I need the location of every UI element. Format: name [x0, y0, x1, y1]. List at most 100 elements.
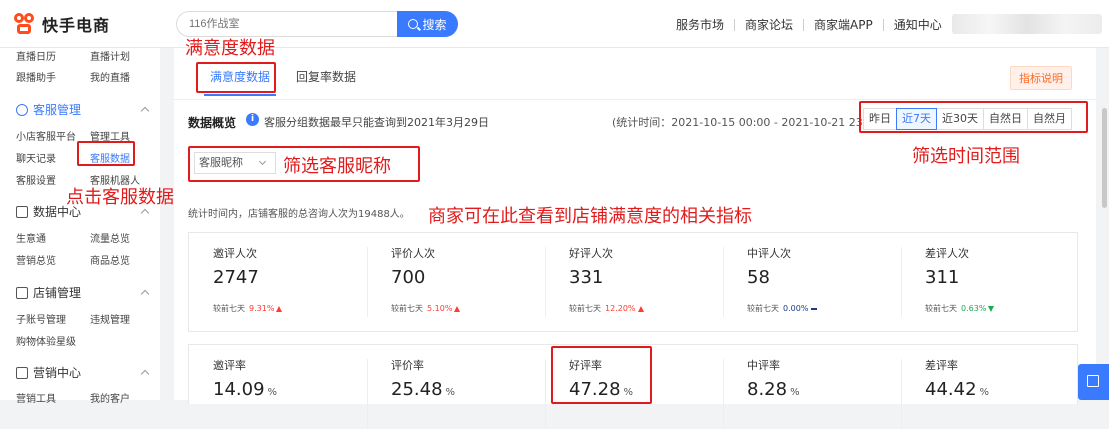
metric-neutral-count: 中评人次 58 较前七天 0.00% — [723, 233, 901, 331]
metric-value: 700 — [391, 267, 426, 288]
metric-value: 44.42% — [925, 379, 989, 400]
search-button-label: 搜索 — [422, 17, 447, 32]
sidebar-item-live-assistant[interactable]: 跟播助手 — [16, 69, 90, 84]
arrow-down-icon — [988, 305, 995, 312]
metric-negative-rate: 差评率 44.42% — [901, 345, 1079, 429]
scrollbar-thumb[interactable] — [1102, 108, 1107, 208]
rate-unit: % — [790, 387, 800, 398]
feedback-button[interactable] — [1078, 364, 1109, 400]
annotation-sidebar-label: 点击客服数据 — [66, 187, 174, 208]
metric-value: 58 — [747, 267, 770, 288]
metric-label: 差评率 — [925, 359, 958, 372]
sidebar-item-shopping-rating[interactable]: 购物体验星级 — [16, 333, 90, 348]
sidebar-item-live-calendar[interactable]: 直播日历 — [16, 48, 90, 63]
metric-invite-count: 邀评人次 2747 较前七天 9.31% — [189, 233, 367, 331]
rate-unit: % — [979, 387, 990, 398]
rate-number: 8.28 — [747, 379, 788, 400]
sidebar-item-subaccount[interactable]: 子账号管理 — [16, 311, 90, 326]
sidebar-row: 营销工具 我的客户 — [16, 390, 164, 405]
metrics-card-counts: 邀评人次 2747 较前七天 9.31% 评价人次 700 较前七天 5.10%… — [188, 232, 1078, 332]
sidebar-row: 购物体验星级 — [16, 333, 90, 348]
tab-bar: 满意度数据 回复率数据 指标说明 — [174, 48, 1096, 100]
compare-pct: 0.63% — [961, 304, 987, 313]
annotation-box-tab — [196, 62, 276, 93]
brand-name: 快手电商 — [42, 16, 111, 35]
annotation-summary-label: 商家可在此查看到店铺满意度的相关指标 — [428, 206, 752, 227]
sidebar-item-my-customers[interactable]: 我的客户 — [90, 390, 164, 405]
sidebar-group-label: 客服管理 — [33, 103, 82, 117]
sidebar-group-customer-service[interactable]: 客服管理 — [16, 101, 150, 118]
nav-notification-center[interactable]: 通知中心 — [894, 16, 942, 33]
metric-review-count: 评价人次 700 较前七天 5.10% — [367, 233, 545, 331]
nav-merchant-forum[interactable]: 商家论坛 — [745, 16, 793, 33]
metric-value: 8.28% — [747, 379, 800, 400]
metric-value: 14.09% — [213, 379, 277, 400]
sidebar-item-marketing-overview[interactable]: 营销总览 — [16, 252, 90, 267]
arrow-up-icon — [637, 305, 644, 312]
sidebar-item-marketing-tools[interactable]: 营销工具 — [16, 390, 90, 405]
tab-reply-rate-data[interactable]: 回复率数据 — [296, 68, 356, 85]
metric-label: 中评率 — [747, 359, 780, 372]
metric-value: 25.48% — [391, 379, 455, 400]
annotation-box-sidebar — [77, 141, 135, 166]
sidebar-group-label: 店铺管理 — [33, 286, 82, 300]
metric-value: 331 — [569, 267, 604, 288]
sidebar-group-store-management[interactable]: 店铺管理 — [16, 284, 150, 301]
kuaishou-logo-icon — [14, 13, 36, 35]
metric-compare: 较前七天 9.31% — [213, 303, 283, 314]
rate-number: 44.42 — [925, 379, 977, 400]
compare-pct: 0.00% — [783, 304, 809, 313]
metric-review-rate: 评价率 25.48% — [367, 345, 545, 429]
flat-trend-icon — [811, 307, 818, 310]
sidebar: 直播日历 直播计划 跟播助手 我的直播 客服管理 小店客服平台 管理工具 聊天记… — [0, 48, 160, 405]
metric-label: 邀评率 — [213, 359, 246, 372]
nav-divider — [803, 18, 805, 31]
metric-compare: 较前七天 0.63% — [925, 303, 995, 314]
metric-compare: 较前七天 0.00% — [747, 303, 818, 314]
sidebar-row: 子账号管理 违规管理 — [16, 311, 164, 326]
brand-logo[interactable]: 快手电商 — [14, 12, 110, 36]
compare-label: 较前七天 — [747, 304, 779, 313]
chevron-up-icon — [140, 289, 150, 299]
metric-compare: 较前七天 12.20% — [569, 303, 644, 314]
metric-compare: 较前七天 5.10% — [391, 303, 461, 314]
compare-label: 较前七天 — [213, 304, 245, 313]
top-bar: 快手电商 搜索 服务市场 商家论坛 商家端APP 通知中心 — [0, 0, 1109, 48]
metric-label: 中评人次 — [747, 247, 791, 260]
metric-negative-count: 差评人次 311 较前七天 0.63% — [901, 233, 1079, 331]
sidebar-item-shengyitong[interactable]: 生意通 — [16, 230, 90, 245]
page-scrollbar[interactable] — [1100, 48, 1109, 400]
chevron-up-icon — [140, 369, 150, 379]
compare-pct: 5.10% — [427, 304, 453, 313]
compare-label: 较前七天 — [569, 304, 601, 313]
nav-service-market[interactable]: 服务市场 — [676, 16, 724, 33]
account-info-blurred[interactable] — [952, 14, 1102, 34]
headset-icon — [16, 103, 28, 116]
compare-label: 较前七天 — [925, 304, 957, 313]
compare-pct: 12.20% — [605, 304, 636, 313]
sidebar-item-traffic-overview[interactable]: 流量总览 — [90, 230, 164, 245]
info-icon: i — [246, 113, 259, 126]
nav-merchant-app[interactable]: 商家端APP — [814, 16, 873, 33]
sidebar-item-my-live[interactable]: 我的直播 — [90, 69, 164, 84]
compare-label: 较前七天 — [391, 304, 423, 313]
nav-divider — [734, 18, 736, 31]
arrow-up-icon — [276, 305, 283, 312]
sidebar-item-live-plan[interactable]: 直播计划 — [90, 48, 164, 63]
range-last-7-days[interactable]: 近7天 — [896, 108, 937, 130]
top-nav: 服务市场 商家论坛 商家端APP 通知中心 — [676, 16, 942, 33]
metric-explanation-button[interactable]: 指标说明 — [1010, 66, 1072, 90]
sidebar-group-marketing-center[interactable]: 营销中心 — [16, 364, 150, 381]
sidebar-item-product-overview[interactable]: 商品总览 — [90, 252, 164, 267]
metric-invite-rate: 邀评率 14.09% — [189, 345, 367, 404]
chevron-up-icon — [140, 208, 150, 218]
search-button[interactable]: 搜索 — [397, 11, 458, 37]
rate-number: 25.48 — [391, 379, 443, 400]
sidebar-row: 直播日历 直播计划 — [16, 48, 164, 63]
chart-icon — [16, 205, 28, 218]
sidebar-row: 营销总览 商品总览 — [16, 252, 164, 267]
metric-neutral-rate: 中评率 8.28% — [723, 345, 901, 429]
sidebar-item-violations[interactable]: 违规管理 — [90, 311, 164, 326]
metric-positive-count: 好评人次 331 较前七天 12.20% — [545, 233, 723, 331]
metric-label: 邀评人次 — [213, 247, 257, 260]
